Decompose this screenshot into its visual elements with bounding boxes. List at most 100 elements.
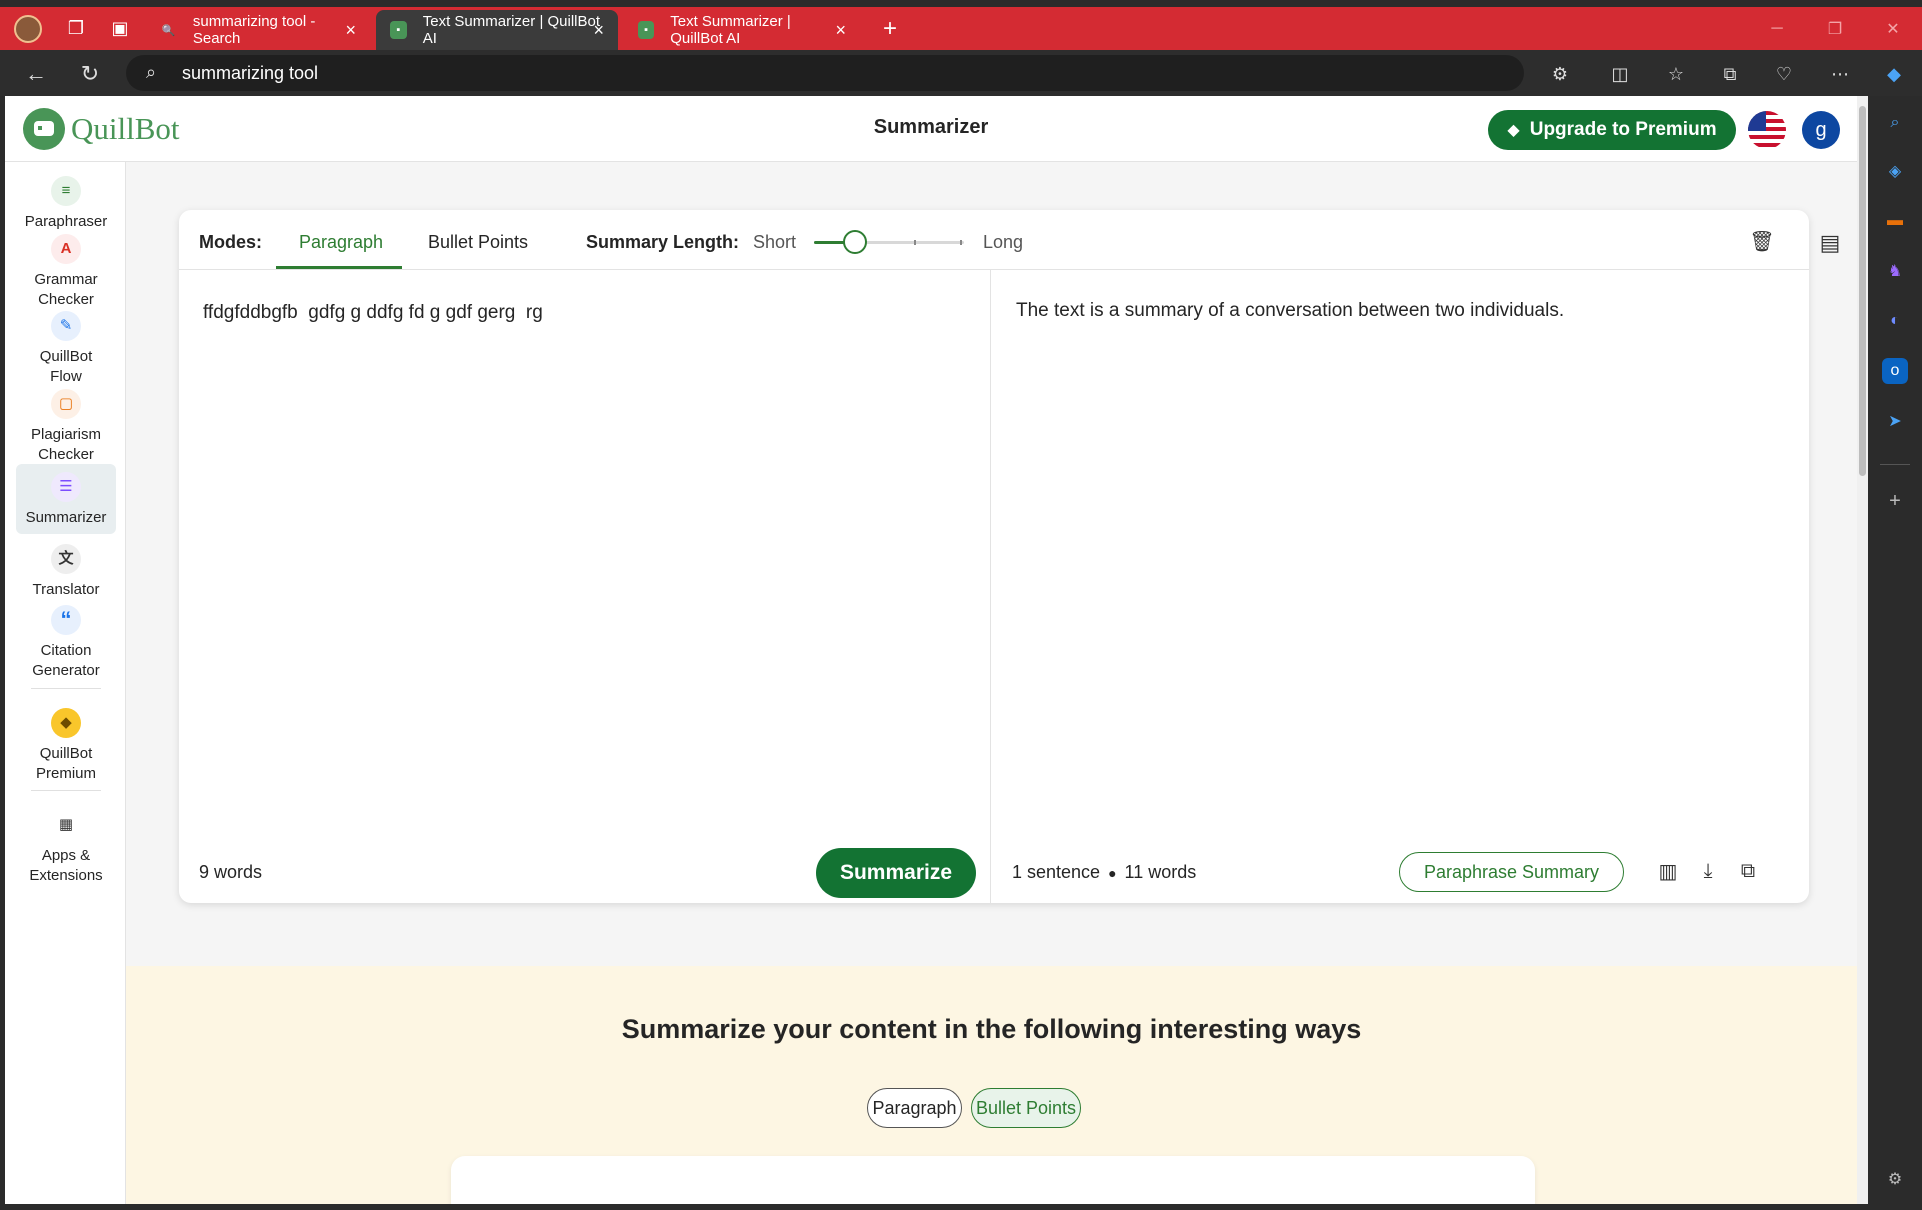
outlook-icon[interactable]: o [1882, 358, 1908, 384]
search-icon: ⌕ [146, 62, 157, 82]
quillbot-icon: ▪ [638, 21, 655, 39]
sidebar-item-label: Grammar Checker [34, 271, 98, 308]
sidebar-item-quillbot-premium[interactable]: ◆ QuillBot Premium [16, 708, 116, 784]
close-icon[interactable]: × [345, 20, 356, 41]
card-toolbar: Modes: Paragraph Bullet Points Summary L… [179, 210, 1809, 270]
sidebar-divider [31, 688, 101, 689]
sidebar-item-label: Paraphraser [24, 213, 108, 230]
diamond-icon: ◆ [1507, 122, 1520, 139]
sidebar-item-label: QuillBot Premium [35, 745, 96, 782]
sidebar-item-citation-generator[interactable]: “ Citation Generator [16, 605, 116, 681]
sidebar-item-translator[interactable]: 文 Translator [16, 544, 116, 600]
download-icon[interactable]: ⤓ [1693, 856, 1723, 886]
copilot-icon[interactable]: ◆ [1878, 58, 1910, 90]
edge-sidebar: ⌕ ◈ ▬ ♞ ◐ o ➤ + ⚙ [1868, 96, 1922, 1210]
sidebar-item-summarizer[interactable]: ☰ Summarizer [16, 464, 116, 534]
input-text[interactable]: ffdgfddbgfb gdfg g ddfg fd g gdf gerg rg [203, 302, 543, 324]
summary-length-slider[interactable] [814, 230, 964, 254]
output-pane: The text is a summary of a conversation … [991, 270, 1809, 903]
split-screen-icon[interactable]: ◫ [1604, 58, 1636, 90]
trash-icon[interactable]: 🗑 [1749, 228, 1775, 254]
summarize-button[interactable]: Summarize [816, 848, 976, 898]
more-icon[interactable]: ⋯ [1824, 58, 1856, 90]
copy-icon[interactable]: ⧉ [1733, 856, 1763, 886]
length-long-label: Long [983, 232, 1024, 252]
tab-quillbot-1[interactable]: ▪ Text Summarizer | QuillBot AI × [376, 10, 618, 50]
refresh-icon[interactable]: ↻ [74, 58, 106, 90]
translator-icon: 文 [51, 544, 81, 574]
sidebar-item-quillbot-flow[interactable]: ✎ QuillBot Flow [16, 311, 116, 387]
mode-tab-bullet-points[interactable]: Bullet Points [428, 232, 528, 253]
address-bar[interactable]: ⌕ summarizing tool [126, 55, 1524, 91]
edge-sidebar-divider [1880, 464, 1910, 465]
tab-title: summarizing tool - Search [192, 13, 316, 47]
summary-length-label: Summary Length: [586, 232, 740, 252]
close-icon[interactable]: × [835, 20, 846, 41]
mode-tab-paragraph[interactable]: Paragraph [299, 232, 383, 253]
browser-essentials-icon[interactable]: ♡ [1768, 58, 1800, 90]
tab-search[interactable]: 🔍 summarizing tool - Search × [146, 10, 370, 50]
scrollbar-thumb[interactable] [1859, 106, 1866, 476]
sidebar-item-apps-extensions[interactable]: ▦ Apps & Extensions [16, 810, 116, 886]
restore-icon[interactable]: ❐ [1806, 7, 1864, 50]
sidebar-item-grammar-checker[interactable]: A Grammar Checker [16, 234, 116, 310]
sidebar-item-label: Citation Generator [32, 642, 100, 679]
chip-bullet-points[interactable]: Bullet Points [971, 1088, 1081, 1128]
search-icon[interactable]: ⌕ [1882, 110, 1908, 136]
tab-quillbot-2[interactable]: ▪ Text Summarizer | QuillBot AI × [624, 10, 860, 50]
add-icon[interactable]: + [1882, 488, 1908, 514]
separator-dot: ● [1108, 864, 1117, 881]
tools-icon[interactable]: ▬ [1882, 208, 1908, 234]
address-bar-row: ← ↻ ⌕ summarizing tool ⚙ ◫ ☆ ⧉ ♡ ⋯ ◆ [0, 50, 1922, 96]
favorites-icon[interactable]: ☆ [1660, 58, 1692, 90]
search-icon: 🔍 [161, 24, 176, 37]
browser-window: ❐ ▣ 🔍 summarizing tool - Search × ▪ Text… [0, 0, 1922, 1210]
feedback-icon[interactable]: ▤ [1815, 228, 1845, 258]
slider-tick [914, 240, 916, 245]
features-section: Summarize your content in the following … [126, 966, 1857, 1204]
minimize-icon[interactable]: ─ [1748, 7, 1806, 50]
sidebar-item-paraphraser[interactable]: ≡ Paraphraser [16, 176, 116, 232]
sidebar-item-label: QuillBot Flow [39, 348, 93, 385]
new-tab-icon[interactable]: + [874, 13, 906, 45]
settings-icon[interactable]: ⚙ [1882, 1166, 1908, 1192]
slider-handle[interactable] [843, 230, 867, 254]
profile-avatar[interactable] [12, 13, 44, 45]
grammar-icon: A [51, 234, 81, 264]
copilot-sidebar-icon[interactable]: ◐ [1882, 308, 1908, 334]
address-text: summarizing tool [182, 62, 319, 83]
length-short-label: Short [753, 232, 797, 252]
summarizer-icon: ☰ [51, 472, 81, 502]
active-mode-indicator [276, 266, 402, 269]
quillbot-icon: ▪ [390, 21, 407, 39]
chip-paragraph[interactable]: Paragraph [867, 1088, 962, 1128]
games-icon[interactable]: ♞ [1882, 258, 1908, 284]
upgrade-button[interactable]: ◆ Upgrade to Premium [1488, 110, 1736, 150]
output-word-count: 11 words [1124, 862, 1197, 882]
tab-actions-icon[interactable]: ▣ [104, 13, 136, 45]
collections-icon[interactable]: ⧉ [1714, 58, 1746, 90]
extensions-icon[interactable]: ⚙ [1544, 58, 1576, 90]
apps-icon: ▦ [58, 816, 74, 833]
close-window-icon[interactable]: ✕ [1864, 7, 1922, 50]
sidebar-item-label: Translator [32, 581, 100, 598]
page-scrollbar[interactable] [1857, 96, 1868, 1204]
workspaces-icon[interactable]: ❐ [60, 13, 92, 45]
sentence-count: 1 sentence [1012, 862, 1101, 882]
premium-icon: ◆ [51, 708, 81, 738]
language-flag-icon[interactable] [1748, 111, 1786, 149]
user-avatar[interactable]: g [1802, 111, 1840, 149]
slider-tick [960, 240, 962, 245]
shopping-icon[interactable]: ◈ [1882, 158, 1908, 184]
sidebar-item-plagiarism-checker[interactable]: ▢ Plagiarism Checker [16, 389, 116, 465]
input-pane[interactable]: ffdgfddbgfb gdfg g ddfg fd g gdf gerg rg… [179, 270, 991, 903]
paraphrase-summary-button[interactable]: Paraphrase Summary [1399, 852, 1624, 892]
tab-bar: ❐ ▣ 🔍 summarizing tool - Search × ▪ Text… [0, 7, 1922, 50]
statistics-icon[interactable]: ▥ [1653, 856, 1683, 886]
citation-icon: “ [51, 605, 81, 635]
back-icon[interactable]: ← [20, 58, 52, 90]
sidebar-item-label: Summarizer [25, 509, 107, 526]
close-icon[interactable]: × [593, 20, 604, 41]
send-icon[interactable]: ➤ [1882, 408, 1908, 434]
sidebar-item-label: Apps & Extensions [29, 847, 103, 884]
